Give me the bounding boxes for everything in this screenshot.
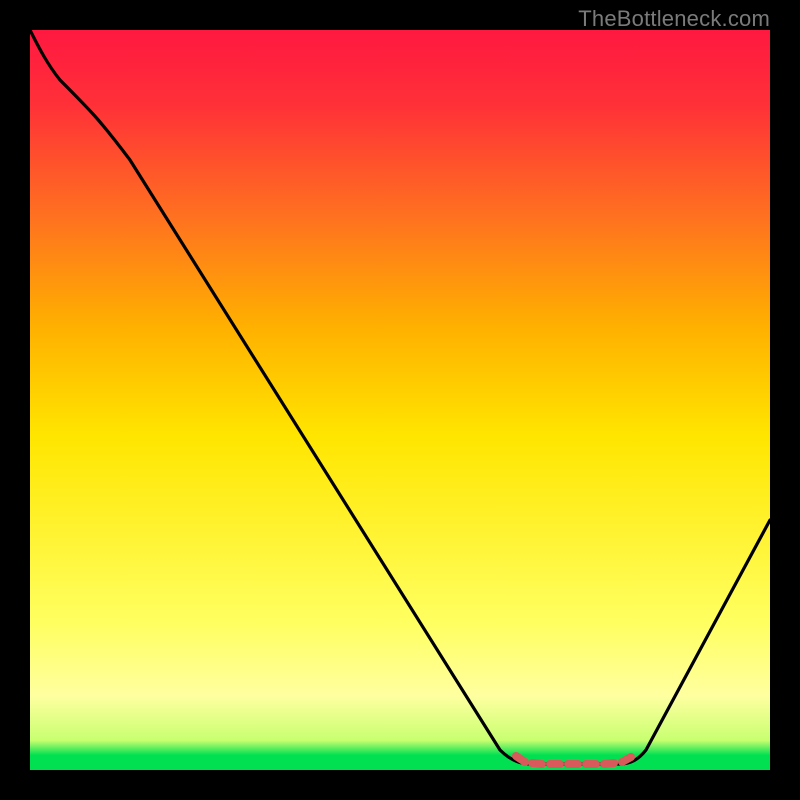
watermark-text: TheBottleneck.com: [578, 6, 770, 32]
plot-area: [30, 30, 770, 770]
gradient-background: [30, 30, 770, 770]
chart-svg: [30, 30, 770, 770]
chart-frame: TheBottleneck.com: [0, 0, 800, 800]
